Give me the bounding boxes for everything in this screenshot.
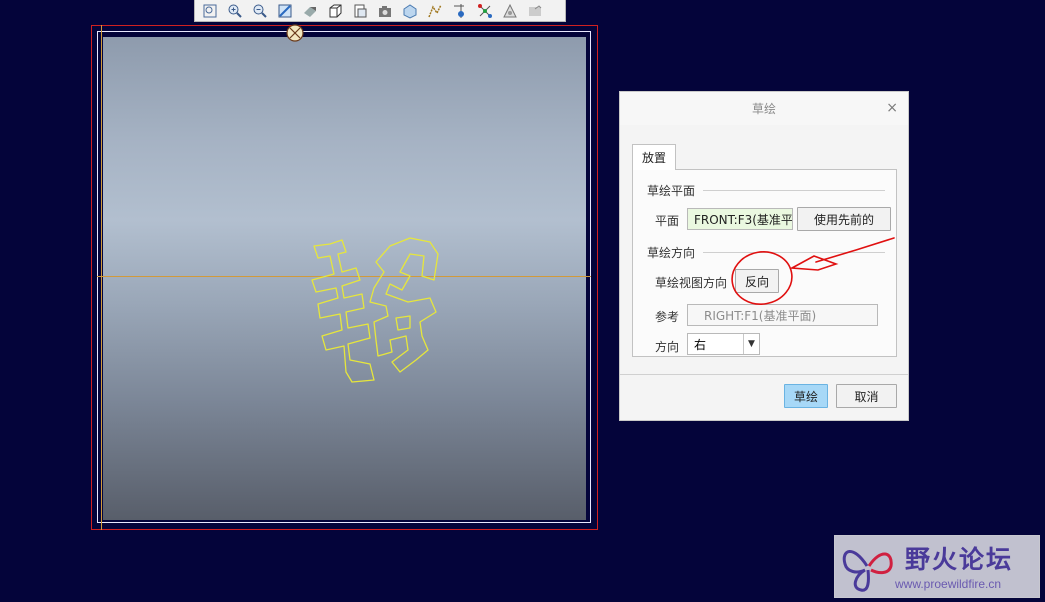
plane-label: 平面 [655, 214, 680, 228]
view-direction-label: 草绘视图方向 [655, 276, 728, 290]
tab-placement[interactable]: 放置 [632, 144, 676, 170]
sketch-button[interactable]: 草绘 [784, 384, 828, 408]
close-icon[interactable]: × [886, 101, 898, 115]
section-sketch-plane: 草绘平面 [647, 182, 885, 199]
dialog-titlebar[interactable]: 草绘 × [620, 92, 908, 125]
plane-field[interactable]: FRONT:F3(基准平面) [687, 208, 793, 230]
dialog-title: 草绘 [751, 102, 776, 116]
sketch-curves [311, 237, 439, 383]
butterfly-logo-icon [842, 550, 893, 592]
direction-select[interactable]: 右 ▼ [687, 333, 760, 355]
direction-label: 方向 [655, 340, 680, 354]
cancel-button[interactable]: 取消 [836, 384, 897, 408]
direction-value: 右 [694, 337, 707, 352]
watermark-name: 野火论坛 [905, 545, 1014, 574]
reference-label: 参考 [655, 310, 680, 324]
dialog-divider [620, 374, 908, 375]
graphics-viewport[interactable] [0, 0, 620, 540]
red-circle-annotation [731, 237, 895, 305]
use-previous-button[interactable]: 使用先前的 [797, 207, 891, 231]
watermark-url: www.proewildfire.cn [895, 577, 1002, 591]
direction-marker-icon [286, 24, 304, 42]
chevron-down-icon[interactable]: ▼ [743, 334, 759, 354]
forum-watermark: 野火论坛 www.proewildfire.cn [834, 535, 1040, 598]
vertical-datum-line [101, 25, 102, 530]
